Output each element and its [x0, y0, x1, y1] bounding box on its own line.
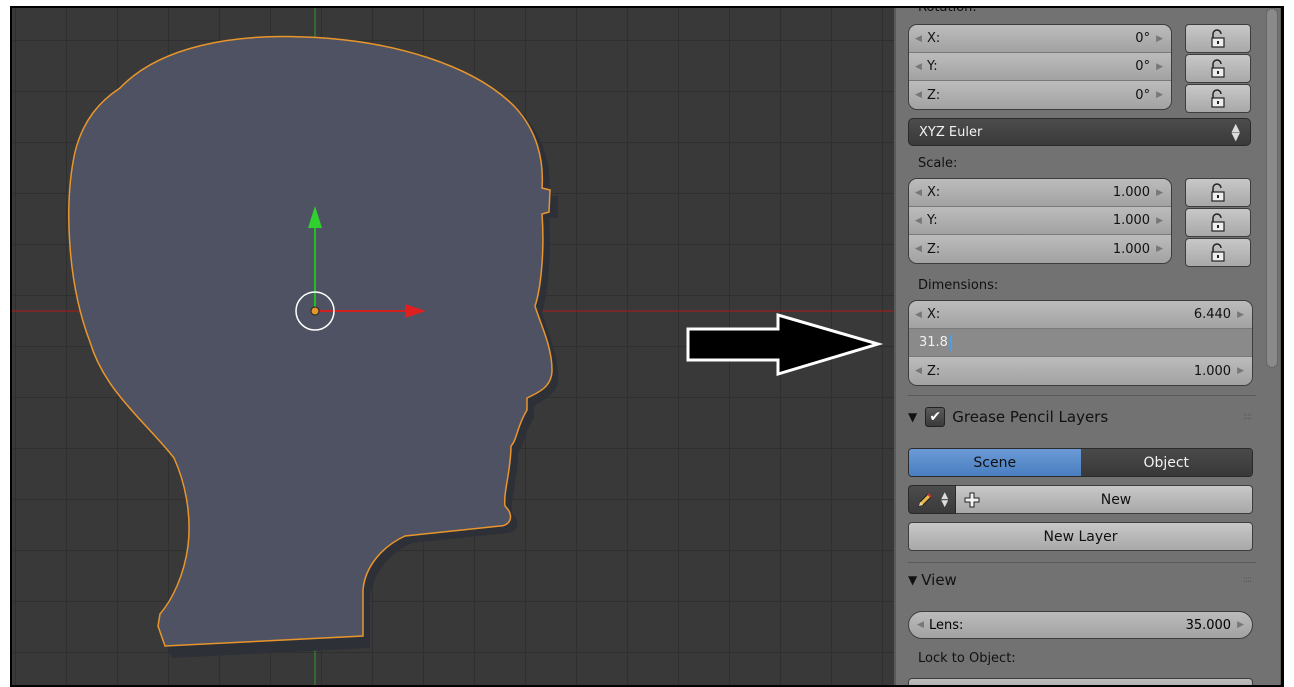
- rotation-x-lock-button[interactable]: [1185, 24, 1251, 53]
- panel-edge: [1280, 8, 1281, 685]
- view-header[interactable]: ▼ View ::::: [908, 566, 1252, 594]
- updown-icon: ▲ ▼: [1231, 121, 1240, 143]
- dimensions-z-value: 1.000: [1193, 363, 1232, 379]
- grease-pencil-datablock-row: ▲ ▼ New: [908, 485, 1253, 514]
- rotation-fields: ◀ X: 0° ▶ ◀ Y: 0° ▶ ◀ Z: 0° ▶: [908, 24, 1172, 110]
- lock-to-object-field[interactable]: [908, 678, 1253, 685]
- dimensions-y-field[interactable]: 31.8: [909, 329, 1252, 357]
- rotation-label: Rotation:: [918, 6, 977, 15]
- rotation-x-field[interactable]: ◀ X: 0° ▶: [909, 25, 1171, 53]
- grease-pencil-header[interactable]: ▼ ✔ Grease Pencil Layers ::::: [908, 403, 1252, 431]
- dimensions-x-field[interactable]: ◀ X: 6.440 ▶: [909, 301, 1252, 329]
- pencil-icon: [918, 492, 932, 507]
- rotation-x-value: 0°: [1135, 31, 1151, 46]
- tab-scene[interactable]: Scene: [909, 449, 1081, 476]
- rotation-y-lock-button[interactable]: [1185, 54, 1251, 83]
- scale-y-value: 1.000: [1112, 213, 1151, 228]
- dimensions-x-value: 6.440: [1193, 307, 1232, 322]
- pencil-browse-button[interactable]: ▲ ▼: [908, 485, 956, 514]
- tab-object[interactable]: Object: [1080, 449, 1252, 476]
- lock-icon: [1211, 28, 1225, 48]
- dimensions-x-label: X:: [927, 307, 941, 322]
- new-layer-button[interactable]: New Layer: [908, 522, 1253, 551]
- scale-x-label: X:: [927, 185, 941, 200]
- lock-icon: [1211, 88, 1225, 108]
- text-cursor: [949, 334, 952, 351]
- scale-label: Scale:: [918, 156, 958, 171]
- updown-icon: ▲ ▼: [941, 490, 949, 509]
- rotation-x-label: X:: [927, 31, 941, 46]
- divider: [908, 395, 1256, 396]
- dimensions-label: Dimensions:: [918, 278, 999, 293]
- properties-panel: Rotation: ◀X: 0°▶ ◀Y: 0°▶ ◀Z: 0°▶: [894, 6, 1281, 685]
- drag-grip-icon[interactable]: ::::: [1243, 412, 1252, 422]
- lock-icon: [1211, 242, 1225, 262]
- dimensions-y-edit-text[interactable]: 31.8: [915, 335, 948, 350]
- scale-x-lock-button[interactable]: [1185, 178, 1251, 207]
- scale-z-value: 1.000: [1112, 241, 1151, 257]
- arrow-right-icon: [686, 313, 884, 377]
- scale-y-lock-button[interactable]: [1185, 208, 1251, 237]
- checkbox-icon[interactable]: ✔: [925, 407, 946, 427]
- new-label: New: [1100, 491, 1132, 508]
- scale-x-value: 1.000: [1112, 185, 1151, 200]
- rotation-mode-value: XYZ Euler: [919, 124, 983, 140]
- plus-icon: [964, 492, 980, 507]
- screenshot-frame: Rotation: ◀X: 0°▶ ◀Y: 0°▶ ◀Z: 0°▶: [10, 6, 1284, 687]
- rotation-z-lock-button[interactable]: [1185, 84, 1251, 113]
- rotation-z-value: 0°: [1135, 87, 1151, 103]
- viewport-canvas: [12, 8, 894, 685]
- head-mesh[interactable]: [68, 35, 553, 647]
- lens-value: 35.000: [1185, 617, 1232, 633]
- lock-icon: [1211, 182, 1225, 202]
- scale-z-lock-button[interactable]: [1185, 238, 1251, 267]
- divider: [908, 562, 1256, 563]
- lens-label: Lens:: [929, 617, 964, 633]
- 3d-viewport[interactable]: [12, 8, 894, 685]
- lock-icon: [1211, 212, 1225, 232]
- lock-icon: [1211, 58, 1225, 78]
- scale-z-label: Z:: [927, 241, 941, 257]
- rotation-y-value: 0°: [1135, 59, 1151, 74]
- view-title: View: [921, 571, 957, 589]
- scale-y-field[interactable]: ◀ Y: 1.000 ▶: [909, 207, 1171, 235]
- dimensions-z-field[interactable]: ◀ Z: 1.000 ▶: [909, 357, 1252, 385]
- scale-x-field[interactable]: ◀ X: 1.000 ▶: [909, 179, 1171, 207]
- lock-to-object-label: Lock to Object:: [918, 651, 1016, 666]
- dimensions-fields: ◀ X: 6.440 ▶ 31.8 ◀ Z: 1.000 ▶: [908, 300, 1253, 386]
- grease-pencil-source-toggle: Scene Object: [908, 448, 1253, 477]
- scale-z-field[interactable]: ◀ Z: 1.000 ▶: [909, 235, 1171, 263]
- rotation-y-field[interactable]: ◀ Y: 0° ▶: [909, 53, 1171, 81]
- grease-pencil-title: Grease Pencil Layers: [952, 408, 1109, 426]
- rotation-mode-dropdown[interactable]: XYZ Euler ▲ ▼: [908, 118, 1251, 146]
- new-grease-pencil-button[interactable]: New: [956, 485, 1253, 514]
- scale-y-label: Y:: [927, 213, 938, 228]
- collapse-triangle-icon[interactable]: ▼: [908, 573, 917, 587]
- panel-scrollbar[interactable]: [1266, 8, 1278, 368]
- rotation-y-label: Y:: [927, 59, 938, 74]
- rotation-z-label: Z:: [927, 87, 941, 103]
- drag-grip-icon[interactable]: ::::: [1243, 575, 1252, 585]
- collapse-triangle-icon[interactable]: ▼: [908, 410, 917, 424]
- scale-fields: ◀ X: 1.000 ▶ ◀ Y: 1.000 ▶ ◀ Z: 1.000 ▶: [908, 178, 1172, 264]
- lens-field[interactable]: ◀ Lens: 35.000 ▶: [908, 611, 1253, 639]
- rotation-z-field[interactable]: ◀ Z: 0° ▶: [909, 81, 1171, 109]
- dimensions-z-label: Z:: [927, 363, 941, 379]
